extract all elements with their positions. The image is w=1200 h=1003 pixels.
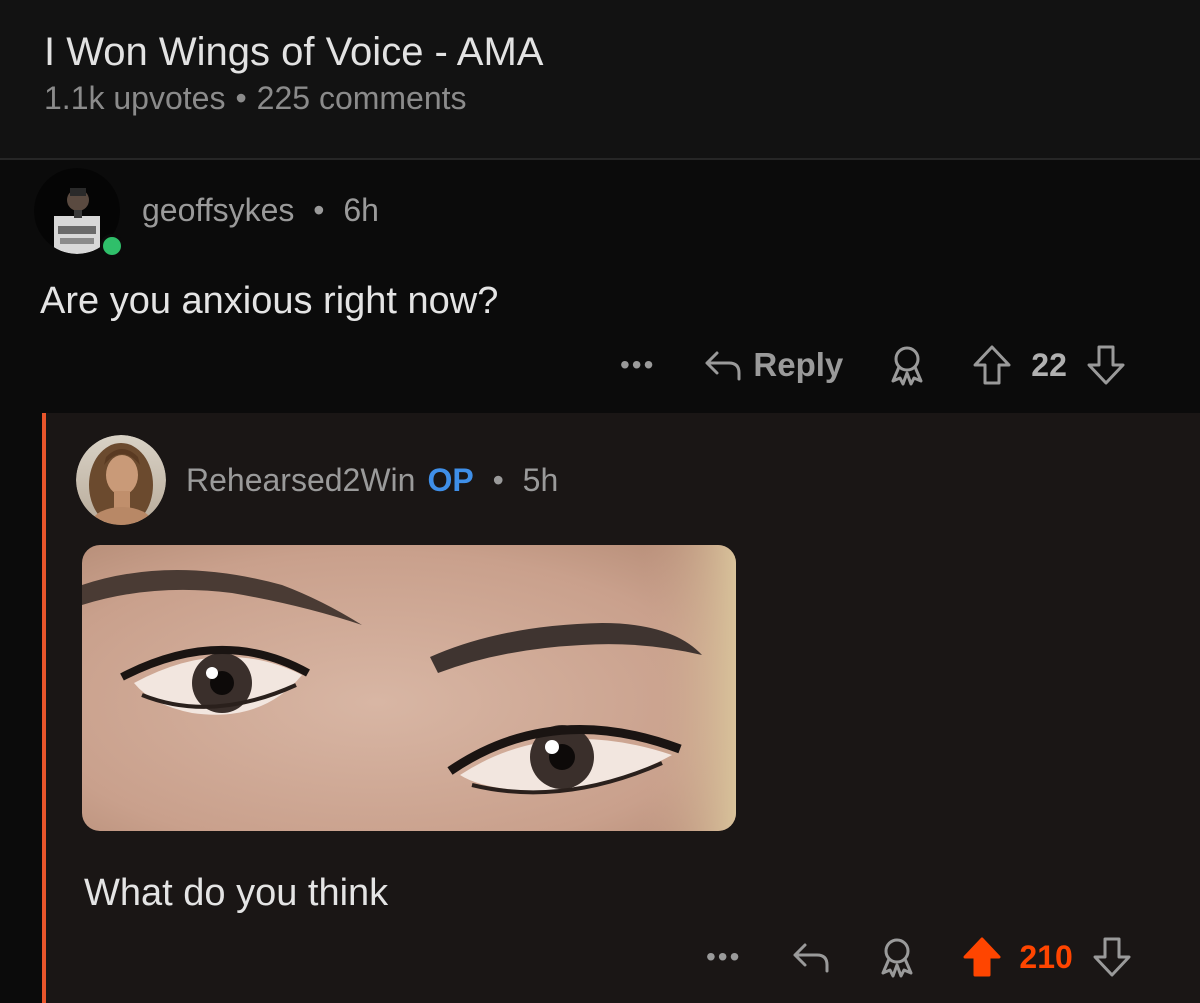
reply-body: What do you think: [84, 872, 389, 914]
upvote-button[interactable]: [961, 935, 1003, 979]
eyes-photo: [82, 545, 736, 831]
comment-header: geoffsykes • 6h: [142, 192, 379, 229]
upvote-icon: [963, 937, 1001, 977]
op-avatar[interactable]: [76, 435, 166, 525]
award-button[interactable]: [875, 935, 919, 979]
reply-header: Rehearsed2Win OP • 5h: [186, 462, 558, 499]
online-indicator: [100, 234, 124, 258]
comment-body: Are you anxious right now?: [40, 280, 499, 322]
award-icon: [881, 938, 913, 978]
more-icon[interactable]: •••: [706, 941, 741, 973]
username[interactable]: Rehearsed2Win: [186, 462, 415, 498]
vote-count: 210: [1019, 938, 1073, 975]
header-separator: •: [492, 462, 504, 498]
reply-label: Reply: [753, 346, 844, 383]
timestamp: 6h: [343, 192, 379, 228]
vote-count: 22: [1031, 346, 1067, 383]
op-badge: OP: [427, 462, 474, 498]
comment-count: 225 comments: [256, 80, 467, 116]
award-button[interactable]: [885, 343, 929, 387]
post-meta: 1.1k upvotes • 225 comments: [44, 80, 467, 117]
timestamp: 5h: [522, 462, 559, 498]
downvote-icon: [1093, 937, 1131, 977]
comment-actions: ••• Reply 22: [620, 340, 1127, 390]
comment-image[interactable]: [82, 545, 736, 831]
commenter-avatar[interactable]: [34, 168, 124, 258]
upvote-count: 1.1k upvotes: [44, 80, 226, 116]
upvote-button[interactable]: [971, 343, 1013, 387]
reply-button[interactable]: Reply: [703, 346, 843, 384]
post-title: I Won Wings of Voice - AMA: [44, 30, 544, 74]
award-icon: [891, 346, 923, 386]
upvote-icon: [973, 345, 1011, 385]
downvote-button[interactable]: [1085, 343, 1127, 387]
downvote-button[interactable]: [1091, 935, 1133, 979]
reply-icon: [793, 943, 829, 973]
reply-icon: [705, 351, 741, 381]
reply-actions: ••• 210: [706, 932, 1133, 982]
reply-button[interactable]: [791, 939, 831, 975]
avatar-image: [76, 435, 166, 525]
meta-separator: •: [235, 80, 247, 116]
more-icon[interactable]: •••: [620, 349, 655, 381]
post-header: I Won Wings of Voice - AMA 1.1k upvotes •…: [0, 0, 1200, 160]
username[interactable]: geoffsykes: [142, 192, 294, 228]
thread-line[interactable]: [42, 413, 46, 1003]
header-separator: •: [313, 192, 325, 228]
downvote-icon: [1087, 345, 1125, 385]
